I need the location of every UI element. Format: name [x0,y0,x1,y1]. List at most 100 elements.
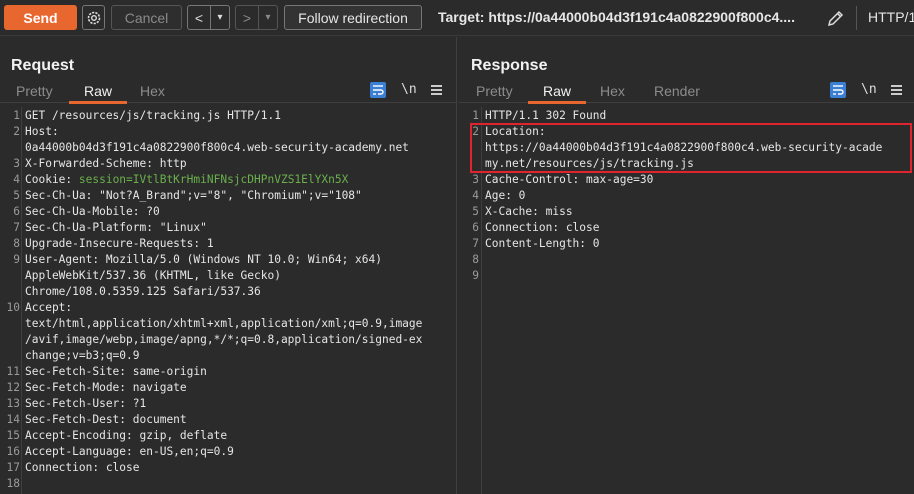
code-line: 10 Accept: [0,300,456,316]
target-display: Target: https://0a44000b04d3f191c4a08229… [438,9,795,25]
response-menu-icon[interactable] [891,85,902,97]
code-text: Chrome/108.0.5359.125 Safari/537.36 [25,285,261,298]
code-line: 3 Cache-Control: max-age=30 [459,172,914,188]
active-tab-indicator [69,101,127,104]
code-text: Age: 0 [485,189,526,202]
line-number: 17 [6,461,20,474]
code-line: 8 Upgrade-Insecure-Requests: 1 [0,236,456,252]
code-line: 12 Sec-Fetch-Mode: navigate [0,380,456,396]
code-line: 3 X-Forwarded-Scheme: http [0,156,456,172]
code-line: 2 Host: [0,124,456,140]
line-number: 1 [472,109,479,122]
tab-request-pretty[interactable]: Pretty [16,83,53,99]
line-number: 7 [472,237,479,250]
forward-button[interactable]: > [235,5,258,30]
send-button[interactable]: Send [4,5,77,30]
edit-target-pencil-icon[interactable] [826,8,846,28]
line-number: 5 [472,205,479,218]
target-url: https://0a44000b04d3f191c4a0822900f800c4… [488,9,795,25]
line-number: 5 [13,189,20,202]
code-text: Sec-Fetch-User: ?1 [25,397,147,410]
header-name: Cookie: [25,173,79,186]
tab-response-hex[interactable]: Hex [600,83,625,99]
line-number: 15 [6,429,20,442]
cookie-value: session=IVtlBtKrHmiNFNsjcDHPnVZS1ElYXn5X [78,173,349,186]
response-newline-toggle[interactable]: \n [861,82,877,97]
line-number: 18 [6,477,20,490]
code-line: 1 HTTP/1.1 302 Found [459,108,914,124]
code-text: Sec-Fetch-Site: same-origin [25,365,207,378]
request-editor[interactable]: 1 GET /resources/js/tracking.js HTTP/1.1 2… [0,107,456,494]
code-text: X-Forwarded-Scheme: http [25,157,187,170]
code-line: 15 Accept-Encoding: gzip, deflate [0,428,456,444]
code-line: 7 Sec-Ch-Ua-Platform: "Linux" [0,220,456,236]
code-line: 5 X-Cache: miss [459,204,914,220]
line-number: 7 [13,221,20,234]
tab-response-render[interactable]: Render [654,83,700,99]
code-line: 7 Content-Length: 0 [459,236,914,252]
toolbar-divider [856,6,857,30]
toolbar: Send Cancel < ▾ > ▾ Follow redirection T… [0,0,914,36]
code-line: 9 [459,268,914,284]
code-text: /avif,image/webp,image/apng,*/*;q=0.8,ap… [25,333,423,346]
code-text: Accept-Language: en-US,en;q=0.9 [25,445,234,458]
code-line: 4 Age: 0 [459,188,914,204]
code-line: 14 Sec-Fetch-Dest: document [0,412,456,428]
settings-gear-icon[interactable] [82,5,105,30]
code-line: text/html,application/xhtml+xml,applicat… [0,316,456,332]
http-version-selector[interactable]: HTTP/1 [868,9,914,25]
line-number: 10 [6,301,20,314]
location-highlight-box [470,123,912,173]
tab-request-raw[interactable]: Raw [84,83,112,99]
code-line: 0a44000b04d3f191c4a0822900f800c4.web-sec… [0,140,456,156]
line-number: 14 [6,413,20,426]
code-line: 17 Connection: close [0,460,456,476]
code-line: 11 Sec-Fetch-Site: same-origin [0,364,456,380]
code-line: 6 Sec-Ch-Ua-Mobile: ?0 [0,204,456,220]
line-number: 16 [6,445,20,458]
response-editor[interactable]: 1 HTTP/1.1 302 Found 2 Location: https://0a4… [459,107,914,494]
code-text: X-Cache: miss [485,205,573,218]
request-word-wrap-icon[interactable] [370,82,386,98]
request-newline-toggle[interactable]: \n [401,82,417,97]
code-text: Sec-Fetch-Mode: navigate [25,381,187,394]
active-tab-indicator [528,101,586,104]
code-line: 18 [0,476,456,492]
line-number: 4 [13,173,20,186]
response-title: Response [471,57,548,74]
line-number: 9 [13,253,20,266]
code-text: Connection: close [25,461,140,474]
tab-request-hex[interactable]: Hex [140,83,165,99]
code-text: Cache-Control: max-age=30 [485,173,654,186]
request-menu-icon[interactable] [431,85,442,97]
line-number: 12 [6,381,20,394]
code-line: 1 GET /resources/js/tracking.js HTTP/1.1 [0,108,456,124]
response-panel: Response Pretty Raw Hex Render \n 1 HTTP/… [459,37,914,494]
line-number: 1 [13,109,20,122]
code-line: 8 [459,252,914,268]
line-number: 3 [472,173,479,186]
forward-history-dropdown[interactable]: ▾ [258,5,278,30]
follow-redirection-button[interactable]: Follow redirection [284,5,422,30]
code-line: AppleWebKit/537.36 (KHTML, like Gecko) [0,268,456,284]
code-line: change;v=b3;q=0.9 [0,348,456,364]
code-line: 6 Connection: close [459,220,914,236]
code-text: Sec-Ch-Ua-Mobile: ?0 [25,205,160,218]
line-number: 8 [472,253,479,266]
back-history-dropdown[interactable]: ▾ [210,5,230,30]
cancel-button[interactable]: Cancel [111,5,182,30]
line-number: 6 [472,221,479,234]
response-word-wrap-icon[interactable] [830,82,846,98]
code-line: 5 Sec-Ch-Ua: "Not?A_Brand";v="8", "Chromi… [0,188,456,204]
code-text: text/html,application/xhtml+xml,applicat… [25,317,423,330]
tab-response-pretty[interactable]: Pretty [476,83,513,99]
code-text: AppleWebKit/537.36 (KHTML, like Gecko) [25,269,281,282]
back-button[interactable]: < [187,5,210,30]
tab-response-raw[interactable]: Raw [543,83,571,99]
code-text: 0a44000b04d3f191c4a0822900f800c4.web-sec… [25,141,409,154]
code-text: Accept: [25,301,73,314]
code-text: Content-Length: 0 [485,237,600,250]
code-line: 16 Accept-Language: en-US,en;q=0.9 [0,444,456,460]
request-title: Request [11,57,75,74]
line-number: 2 [13,125,20,138]
